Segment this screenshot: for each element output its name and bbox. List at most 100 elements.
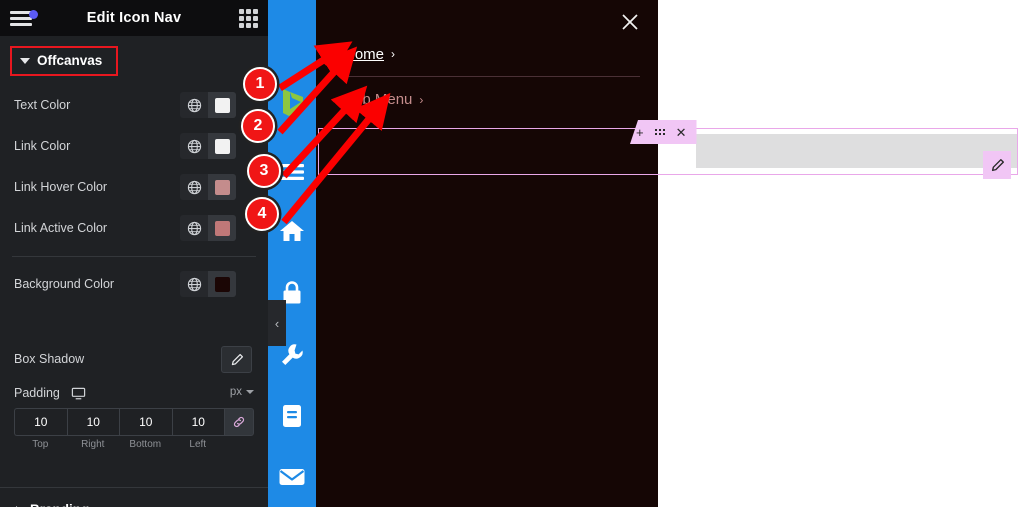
padding-caption-top: Top <box>32 439 49 450</box>
swatch-fill <box>214 97 230 113</box>
dot <box>662 129 665 131</box>
widget-toolbar: + ✕ <box>630 120 697 144</box>
chevron-down-icon <box>20 57 30 64</box>
menu-item-home[interactable]: Home › <box>344 32 640 77</box>
padding-fields: 10 10 10 10 <box>14 408 254 436</box>
color-swatch-text-color[interactable] <box>208 92 236 118</box>
globe-icon[interactable] <box>180 215 208 241</box>
swatch-fill <box>214 179 230 195</box>
control-row-link-active-color: Link Active Color <box>0 213 268 243</box>
hamburger-bar <box>10 23 32 26</box>
panel-body: Offcanvas Text Color Link Color Link Hov… <box>0 36 268 507</box>
section-label-branding: Branding <box>30 502 89 507</box>
drag-dots-icon[interactable] <box>654 129 665 135</box>
add-widget-button[interactable]: + <box>636 126 644 139</box>
grid-cell <box>239 23 244 28</box>
close-widget-button[interactable]: ✕ <box>676 126 687 139</box>
page-title: Edit Icon Nav <box>86 10 182 26</box>
annotation-badge-4: 4 <box>245 197 279 231</box>
padding-top-input[interactable]: 10 <box>14 408 67 436</box>
color-swatch-background-color[interactable] <box>208 271 236 297</box>
menu-item-sub-menu[interactable]: Sub Menu › <box>344 77 640 122</box>
divider <box>0 487 268 488</box>
color-control-link-active-color <box>180 215 236 241</box>
link-chain-icon[interactable] <box>224 408 254 436</box>
menu-item-label: Sub Menu <box>344 91 413 108</box>
padding-right-input[interactable]: 10 <box>66 408 119 436</box>
padding-captions: Top Right Bottom Left <box>14 439 254 450</box>
grid-cell <box>239 16 244 21</box>
grid-cell <box>246 16 251 21</box>
grid-cell <box>253 16 258 21</box>
color-control-link-hover-color <box>180 174 236 200</box>
padding-caption-left: Left <box>189 439 207 450</box>
dot <box>662 133 665 135</box>
grid-cell <box>246 9 251 14</box>
color-control-link-color <box>180 133 236 159</box>
hamburger-menu-icon[interactable] <box>8 7 38 29</box>
annotation-badge-3: 3 <box>247 154 281 188</box>
color-swatch-link-hover-color[interactable] <box>208 174 236 200</box>
control-label-link-active-color: Link Active Color <box>14 221 108 235</box>
padding-caption-right: Right <box>81 439 105 450</box>
padding-unit-select[interactable]: px <box>230 386 254 398</box>
control-row-link-color: Link Color <box>0 131 268 161</box>
control-label-link-color: Link Color <box>14 139 71 153</box>
box-shadow-edit-button[interactable] <box>221 346 252 373</box>
panel-header: Edit Icon Nav <box>0 0 268 36</box>
padding-caption-spacer <box>224 439 254 450</box>
color-control-text-color <box>180 92 236 118</box>
control-label-padding: Padding <box>14 386 60 400</box>
hamburger-bar <box>10 17 32 20</box>
annotation-badge-1: 1 <box>243 67 277 101</box>
control-label-box-shadow: Box Shadow <box>14 352 85 366</box>
editor-panel: Edit Icon Nav Offcanvas Text Color Link … <box>0 0 268 507</box>
color-swatch-link-active-color[interactable] <box>208 215 236 241</box>
control-label-link-hover-color: Link Hover Color <box>14 180 108 194</box>
offcanvas-panel: Home › Sub Menu › <box>316 0 658 507</box>
padding-left-input[interactable]: 10 <box>171 408 224 436</box>
offcanvas-menu-list: Home › Sub Menu › <box>344 32 640 122</box>
chevron-right-icon: › <box>419 92 424 107</box>
swatch-fill <box>214 220 230 236</box>
control-label-text-color: Text Color <box>14 98 71 112</box>
document-icon[interactable] <box>268 392 316 440</box>
panel-collapse-handle[interactable]: ‹ <box>268 300 286 346</box>
globe-icon[interactable] <box>180 174 208 200</box>
notification-dot <box>29 10 38 19</box>
grid-cell <box>253 23 258 28</box>
chevron-right-icon: › <box>391 47 396 61</box>
color-control-background-color <box>180 271 236 297</box>
apps-grid-icon[interactable] <box>239 9 258 28</box>
grid-cell <box>239 9 244 14</box>
swatch-fill <box>214 138 230 154</box>
grid-cell <box>246 23 251 28</box>
widget-edit-pencil-icon[interactable] <box>983 151 1011 179</box>
globe-icon[interactable] <box>180 271 208 297</box>
chevron-down-icon <box>246 390 254 394</box>
dot <box>654 129 657 131</box>
padding-bottom-input[interactable]: 10 <box>119 408 172 436</box>
menu-item-label: Home <box>344 45 385 63</box>
padding-caption-bottom: Bottom <box>129 439 162 450</box>
grid-cell <box>253 9 258 14</box>
section-header-branding[interactable]: Branding <box>16 502 89 507</box>
dot <box>654 133 657 135</box>
control-row-text-color: Text Color <box>0 90 268 120</box>
section-header-offcanvas[interactable]: Offcanvas <box>10 46 119 76</box>
color-swatch-link-color[interactable] <box>208 133 236 159</box>
control-label-background-color: Background Color <box>14 277 115 291</box>
control-row-link-hover-color: Link Hover Color <box>0 172 268 202</box>
annotation-badge-2: 2 <box>241 109 275 143</box>
control-row-background-color: Background Color <box>0 269 268 299</box>
globe-icon[interactable] <box>180 133 208 159</box>
divider <box>12 256 256 257</box>
padding-unit-value: px <box>229 386 242 398</box>
globe-icon[interactable] <box>180 92 208 118</box>
dot <box>658 133 661 135</box>
desktop-icon[interactable] <box>71 386 86 406</box>
dot <box>658 129 661 131</box>
envelope-icon[interactable] <box>268 453 316 501</box>
swatch-fill <box>214 276 230 292</box>
section-label-offcanvas: Offcanvas <box>37 53 103 68</box>
